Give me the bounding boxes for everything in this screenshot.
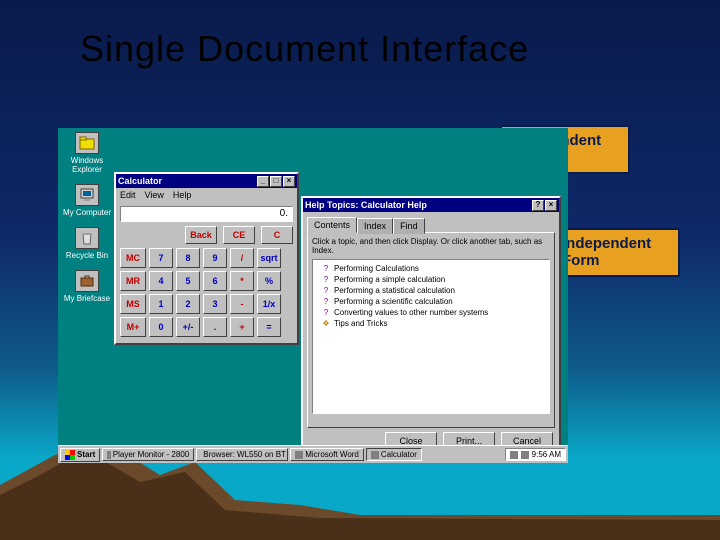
calc-key-8[interactable]: 8 [176, 248, 200, 268]
taskbar-item-active[interactable]: Calculator [366, 448, 422, 461]
help-item[interactable]: ?Performing a scientific calculation [321, 296, 547, 306]
tray-icon[interactable] [521, 451, 529, 459]
calc-key-9[interactable]: 9 [203, 248, 227, 268]
help-item[interactable]: ❖Tips and Tricks [321, 318, 547, 328]
maximize-button[interactable]: □ [270, 176, 282, 187]
calc-key-MC[interactable]: MC [120, 248, 146, 268]
calc-key-1x[interactable]: 1/x [257, 294, 281, 314]
desktop-icons: Windows Explorer My Computer Recycle Bin… [62, 132, 112, 313]
book-icon: ❖ [321, 318, 331, 328]
taskbar: Start Player Monitor - 2800 Browser: WL5… [58, 445, 568, 463]
calc-key-sqrt[interactable]: sqrt [257, 248, 281, 268]
icon-label: My Computer [63, 208, 111, 217]
calc-key-0[interactable]: 0 [149, 317, 173, 337]
icon-label: Windows Explorer [71, 156, 103, 174]
calc-key-[interactable]: % [257, 271, 281, 291]
taskbar-item[interactable]: Browser: WL550 on BT [196, 448, 288, 461]
tray-icon[interactable] [510, 451, 518, 459]
menu-help[interactable]: Help [173, 190, 192, 200]
calc-key-[interactable]: + [230, 317, 254, 337]
calc-keypad: MC789/sqrt MR456*% MS123-1/x M+0+/-.+= [116, 248, 297, 343]
help-window: Help Topics: Calculator Help ? × Content… [301, 196, 561, 448]
calc-ce-button[interactable]: CE [223, 226, 255, 244]
menu-view[interactable]: View [145, 190, 164, 200]
close-button[interactable]: × [283, 176, 295, 187]
clock: 9:56 AM [532, 450, 561, 459]
help-title: Help Topics: Calculator Help [305, 200, 531, 210]
calc-key-[interactable]: +/- [176, 317, 200, 337]
calc-key-3[interactable]: 3 [203, 294, 227, 314]
question-icon: ? [321, 285, 331, 295]
start-label: Start [77, 450, 95, 459]
question-icon: ? [321, 263, 331, 273]
calc-key-7[interactable]: 7 [149, 248, 173, 268]
tab-contents[interactable]: Contents [307, 217, 357, 233]
calc-key-4[interactable]: 4 [149, 271, 173, 291]
help-titlebar[interactable]: Help Topics: Calculator Help ? × [303, 198, 559, 212]
icon-label: My Briefcase [64, 294, 110, 303]
my-computer-icon[interactable]: My Computer [62, 184, 112, 217]
minimize-button[interactable]: _ [257, 176, 269, 187]
recycle-bin-icon[interactable]: Recycle Bin [62, 227, 112, 260]
calc-menubar: Edit View Help [116, 188, 297, 202]
calc-key-[interactable]: = [257, 317, 281, 337]
tab-index[interactable]: Index [357, 218, 393, 234]
calc-key-5[interactable]: 5 [176, 271, 200, 291]
calc-key-[interactable]: - [230, 294, 254, 314]
help-pane: Click a topic, and then click Display. O… [307, 232, 555, 428]
calculator-window: Calculator _ □ × Edit View Help 0. Back … [114, 172, 299, 345]
calc-key-[interactable]: / [230, 248, 254, 268]
taskbar-item[interactable]: Player Monitor - 2800 [102, 448, 194, 461]
calc-key-[interactable]: . [203, 317, 227, 337]
desktop-screenshot: Windows Explorer My Computer Recycle Bin… [58, 128, 568, 463]
calc-key-M[interactable]: M+ [120, 317, 146, 337]
help-item[interactable]: ?Performing Calculations [321, 263, 547, 273]
calculator-titlebar[interactable]: Calculator _ □ × [116, 174, 297, 188]
calc-key-2[interactable]: 2 [176, 294, 200, 314]
question-icon: ? [321, 296, 331, 306]
help-tabs: Contents Index Find [303, 212, 559, 232]
calc-back-button[interactable]: Back [185, 226, 217, 244]
calc-key-MS[interactable]: MS [120, 294, 146, 314]
callout-2: Independent Form [550, 228, 680, 277]
windows-logo-icon [65, 450, 75, 460]
help-instruction: Click a topic, and then click Display. O… [312, 237, 550, 255]
calc-display: 0. [120, 206, 293, 222]
help-item[interactable]: ?Converting values to other number syste… [321, 307, 547, 317]
tab-find[interactable]: Find [393, 218, 425, 234]
question-icon: ? [321, 274, 331, 284]
taskbar-item[interactable]: Microsoft Word [290, 448, 364, 461]
help-close-button[interactable]: × [545, 200, 557, 211]
help-item[interactable]: ?Performing a statistical calculation [321, 285, 547, 295]
help-whatsthis-button[interactable]: ? [532, 200, 544, 211]
help-topic-list[interactable]: ?Performing Calculations?Performing a si… [312, 259, 550, 414]
calc-c-button[interactable]: C [261, 226, 293, 244]
start-button[interactable]: Start [60, 448, 100, 462]
calc-title: Calculator [118, 176, 256, 186]
my-briefcase-icon[interactable]: My Briefcase [62, 270, 112, 303]
question-icon: ? [321, 307, 331, 317]
calc-key-6[interactable]: 6 [203, 271, 227, 291]
windows-explorer-icon[interactable]: Windows Explorer [62, 132, 112, 174]
icon-label: Recycle Bin [66, 251, 108, 260]
menu-edit[interactable]: Edit [120, 190, 136, 200]
calc-key-1[interactable]: 1 [149, 294, 173, 314]
slide-title: Single Document Interface [80, 28, 529, 70]
help-item[interactable]: ?Performing a simple calculation [321, 274, 547, 284]
calc-key-[interactable]: * [230, 271, 254, 291]
system-tray[interactable]: 9:56 AM [505, 448, 566, 461]
calc-key-MR[interactable]: MR [120, 271, 146, 291]
